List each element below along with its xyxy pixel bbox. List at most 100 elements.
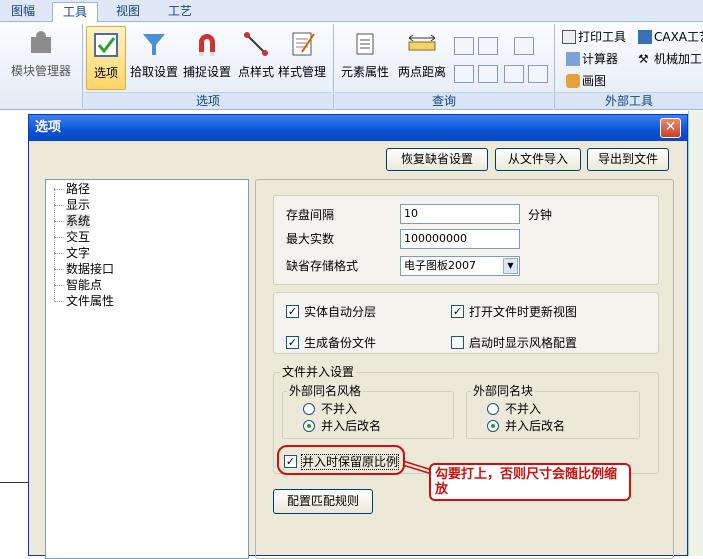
style-rename-radio[interactable] [303,420,315,432]
style-no-merge-radio[interactable] [303,403,315,415]
document-edit-icon [287,29,317,59]
tree-item-file-props[interactable]: 文件属性 [66,294,114,309]
tree-item-smart-point[interactable]: 智能点 [66,278,102,293]
style-rename-label: 并入后改名 [321,419,382,433]
module-manager-label: 模块管理器 [10,64,71,78]
filter-icon [139,29,169,59]
angle-query-icon[interactable] [478,37,498,55]
storage-settings-panel: 存盘间隔 10 分钟 最大实数 100000000 缺省存储格式 电子图板200… [273,195,659,285]
tree-item-interaction[interactable]: 交互 [66,230,90,245]
external-group-label: 外部工具 [555,92,703,109]
right-side-panel [688,111,703,556]
ribbon-tab-bar: 图幅 工具 视图 工艺 [0,0,703,22]
pick-settings-label: 拾取设置 [129,65,178,79]
configure-match-rules-button[interactable]: 配置匹配规则 [273,489,373,514]
machining-button[interactable]: ⚒ 机械加工 [638,50,702,67]
magnet-icon [192,29,222,59]
paint-label: 画图 [582,74,607,88]
drawing-query-icon[interactable] [528,65,548,83]
max-real-input[interactable]: 100000000 [400,229,520,249]
two-point-distance-label: 两点距离 [397,65,446,79]
query-group-label: 查询 [335,92,553,109]
tree-item-data-interface[interactable]: 数据接口 [66,262,114,277]
area-query-icon[interactable] [514,37,534,55]
drawing-line [0,482,28,483]
ext-block-group: 外部同名块 不并入 并入后改名 [466,384,640,439]
radius-query-icon[interactable] [454,37,474,55]
block-rename-radio[interactable] [487,420,499,432]
restore-defaults-button[interactable]: 恢复缺省设置 [386,148,488,171]
element-props-button[interactable]: 元素属性 [338,29,392,80]
puzzle-icon [26,28,56,58]
style-manager-label: 样式管理 [277,65,326,79]
checkbox-icon [91,30,121,60]
module-manager-button[interactable]: 模块管理器 [6,28,76,79]
caxa-process-button[interactable]: CAXA工艺 [638,28,703,45]
paint-icon [566,73,580,88]
auto-layer-label: 实体自动分层 [304,305,377,319]
block-no-merge-radio[interactable] [487,403,499,415]
calculator-button[interactable]: 计算器 [566,50,618,67]
max-real-label: 最大实数 [286,232,335,246]
snap-settings-button[interactable]: 捕捉设置 [180,29,234,80]
element-props-label: 元素属性 [340,65,389,79]
system-query-icon[interactable] [504,65,524,83]
tree-item-path[interactable]: 路径 [66,182,90,197]
block-no-merge-label: 不并入 [505,402,542,416]
update-view-label: 打开文件时更新视图 [469,305,578,319]
options-group-label: 选项 [84,92,332,109]
style-manager-button[interactable]: 样式管理 [276,29,328,80]
scroll-icon [350,29,380,59]
tree-item-display[interactable]: 显示 [66,198,90,213]
moment-query-icon[interactable] [478,65,498,83]
backup-label: 生成备份文件 [304,336,377,350]
options-label: 选项 [93,66,118,80]
caxa-label: CAXA工艺 [654,30,703,44]
default-format-label: 缺省存储格式 [286,259,359,273]
ext-style-title: 外部同名风格 [287,384,364,398]
backup-checkbox[interactable]: ✓ [286,336,299,349]
point-style-button[interactable]: 点样式 [236,29,276,80]
paint-button[interactable]: 画图 [566,72,606,89]
default-format-select[interactable]: 电子图板2007 ▼ [400,256,520,276]
chevron-down-icon[interactable]: ▼ [503,258,518,274]
tab-tools[interactable]: 工具 [52,2,98,22]
ext-style-group: 外部同名风格 不并入 并入后改名 [282,384,454,439]
auto-layer-checkbox[interactable]: ✓ [286,305,299,318]
annotation-callout: 勾要打上，否则尺寸会随比例缩放 [429,463,631,501]
centroid-query-icon[interactable] [454,65,474,83]
highlight-oval [277,445,405,475]
import-from-file-button[interactable]: 从文件导入 [495,148,581,171]
drawing-canvas-left[interactable] [0,111,28,556]
dialog-titlebar[interactable]: 选项 [29,115,687,141]
tab-process[interactable]: 工艺 [160,2,200,22]
calculator-icon [566,51,580,66]
update-view-checkbox[interactable]: ✓ [451,305,464,318]
default-format-value: 电子图板2007 [404,259,476,272]
save-interval-unit: 分钟 [528,208,553,222]
two-point-distance-button[interactable]: 两点距离 [396,29,448,80]
ext-block-title: 外部同名块 [471,384,536,398]
tree-item-text[interactable]: 文字 [66,246,90,261]
save-interval-label: 存盘间隔 [286,208,335,222]
print-tool-label: 打印工具 [578,30,627,44]
tab-view[interactable]: 视图 [108,2,148,22]
machining-label: 机械加工 [654,52,703,66]
tree-item-system[interactable]: 系统 [66,214,91,229]
close-icon[interactable]: ✕ [660,118,681,138]
tab-sheet[interactable]: 图幅 [4,2,42,22]
hammer-icon: ⚒ [638,51,649,66]
block-rename-label: 并入后改名 [505,419,566,433]
point-line-icon [241,29,271,59]
print-tool-button[interactable]: 打印工具 [562,28,626,45]
options-button[interactable]: 选项 [86,26,126,90]
ribbon-panel: 模块管理器 选项 拾取设置 捕捉设置 点样式 样式管理 选项 元素属性 两点距离… [0,22,703,110]
options-tree: 路径 显示 系统 交互 文字 数据接口 智能点 文件属性 [45,179,249,559]
merge-settings-title: 文件并入设置 [280,365,357,379]
caxa-icon [638,29,652,44]
export-to-file-button[interactable]: 导出到文件 [587,148,669,171]
show-style-checkbox[interactable] [451,336,464,349]
pick-settings-button[interactable]: 拾取设置 [128,29,180,80]
save-interval-input[interactable]: 10 [400,204,520,224]
snap-settings-label: 捕捉设置 [182,65,231,79]
